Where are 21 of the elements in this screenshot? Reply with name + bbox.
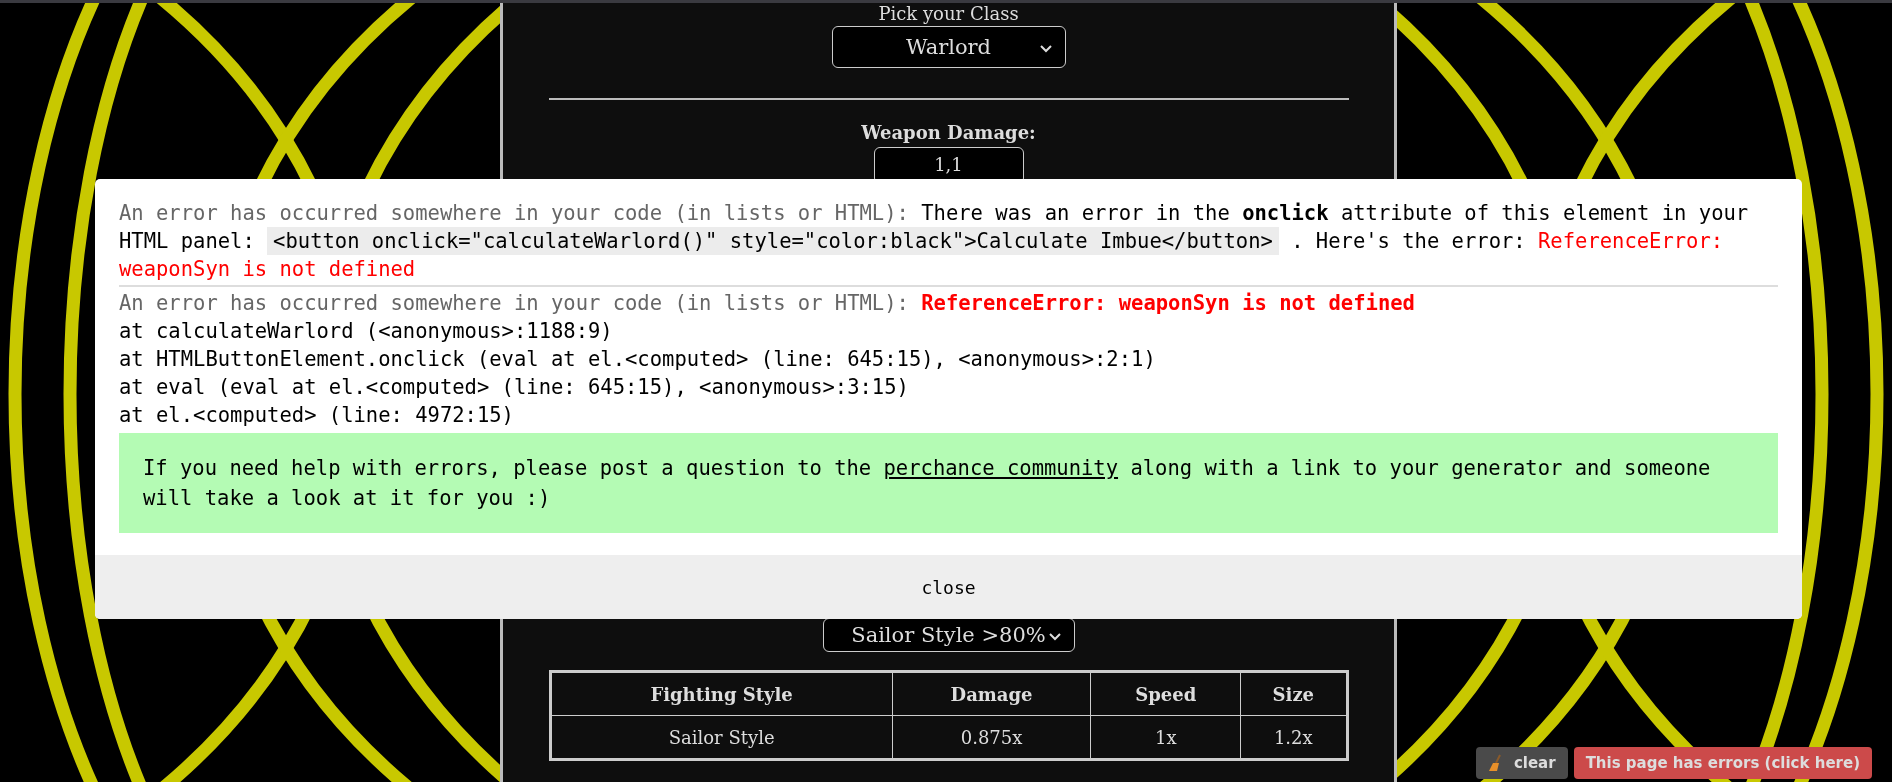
table-header-cell: Damage: [892, 671, 1091, 716]
error-prefix: An error has occurred somewhere in your code (in lists or HTML):: [119, 291, 909, 315]
help-message: If you need help with errors, please post a question to the perchance community along with a link to your generator and someone will take a look at it for you :): [119, 433, 1778, 533]
stack-trace-line: at el.<computed> (line: 4972:15): [119, 402, 515, 429]
error-message: An error has occurred somewhere in your code (in lists or HTML): There was an error in the onclick attribute of this element in your HTML panel: <button onclick="calculateWarlord()" style="color:black">Calculate Imbue</button> . Here's the error: ReferenceError: weaponSyn is not defined: [119, 200, 1750, 283]
table-header-cell: Fighting Style: [550, 671, 893, 716]
chevron-down-icon: [1047, 631, 1062, 642]
close-button[interactable]: close: [95, 555, 1802, 619]
stack-trace-line: at calculateWarlord (<anonymous>:1188:9): [119, 318, 614, 345]
error-text: ReferenceError: weaponSyn is not defined: [921, 291, 1415, 315]
broom-icon: [1487, 754, 1504, 772]
weapon-damage-label: Weapon Damage:: [861, 121, 1036, 143]
clear-button[interactable]: clear: [1475, 747, 1568, 779]
community-link[interactable]: perchance community: [883, 456, 1119, 480]
class-select[interactable]: Warlord: [831, 26, 1066, 68]
table-header-cell: Speed: [1090, 671, 1241, 716]
style-select[interactable]: Sailor Style >80%: [822, 617, 1075, 652]
page-title: Pick your Class: [878, 4, 1019, 24]
chevron-down-icon: [1038, 44, 1053, 54]
stack-trace-line: at eval (eval at el.<computed> (line: 645:15), <anonymous>:3:15): [119, 374, 910, 401]
stack-trace-line: at HTMLButtonElement.onclick (eval at el.<computed> (line: 645:15), <anonymous>:2:1): [119, 346, 1157, 373]
